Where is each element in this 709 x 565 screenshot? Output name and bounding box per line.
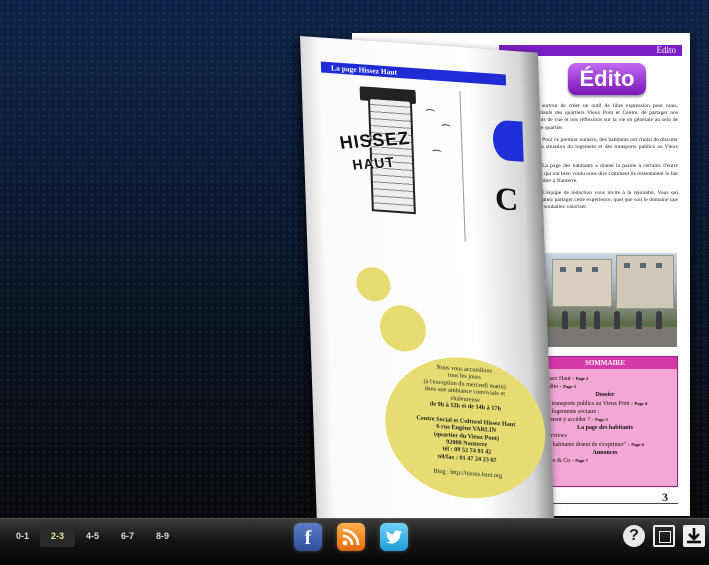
sommaire-item-label: - Les transports publics au Vieux Pont - (538, 400, 635, 407)
page-button-8-9[interactable]: 8-9 (145, 525, 180, 547)
page-number: 3 (662, 490, 668, 504)
photo-road (532, 327, 677, 347)
tower-drawing: HISSEZ HAUT (329, 82, 466, 242)
edito-text: surtout de créer un outil de libre expre… (532, 103, 678, 278)
sommaire-page-ref: Page 2 (575, 376, 589, 381)
facebook-icon[interactable]: f (294, 523, 322, 551)
fullscreen-icon[interactable] (653, 525, 675, 547)
twitter-bird-icon (386, 530, 402, 544)
photo-window (560, 267, 566, 272)
sommaire-page-ref: Page 7 (575, 458, 588, 464)
sommaire-item: - Les logements sociaux : (538, 408, 672, 416)
peek-letter: C (494, 179, 519, 218)
peek-blue-shape (492, 119, 524, 162)
photo-window (640, 263, 646, 268)
photo-person (580, 311, 586, 329)
flip-header-bar: La page Hissez Haut (320, 61, 507, 86)
sommaire-page-ref: Page 3 (563, 384, 576, 390)
photo-person (614, 311, 620, 329)
photo-person (594, 311, 600, 329)
edito-paragraph: La page des habitants a donné la parole … (532, 163, 678, 184)
sommaire-item: La page des habitants (538, 424, 672, 432)
flipping-page[interactable]: La page Hissez Haut HISSEZ HAUT C Nous v… (300, 36, 555, 537)
sommaire-item: - L'édito - Page 3 (538, 383, 672, 391)
edito-badge: Édito (568, 63, 646, 95)
neighbourhood-photo (532, 253, 677, 347)
help-button[interactable]: ? (623, 525, 645, 547)
sommaire-item: Annonces (538, 449, 672, 457)
bird-icon (431, 149, 442, 156)
page-button-6-7[interactable]: 6-7 (110, 525, 145, 547)
photo-window (656, 263, 662, 268)
contact-info: Nous vous accueillons tous les jours (à l'… (393, 361, 539, 482)
sommaire-item: - Les transports publics au Vieux Pont -… (538, 400, 672, 408)
rss-icon (342, 528, 360, 546)
download-arrow-icon (687, 528, 701, 544)
sommaire-item: - Interviews (538, 432, 672, 440)
flipbook-stage: Edito Édito surtout de créer un outil de… (0, 0, 709, 537)
sommaire-item: Comment y accéder ? - Page 5 (538, 416, 672, 424)
bird-icon (440, 123, 451, 130)
rss-icon[interactable] (337, 523, 365, 551)
yellow-circle (379, 303, 427, 354)
page-navigation: 0-1 2-3 4-5 6-7 8-9 (5, 525, 180, 549)
yellow-circle (355, 266, 392, 303)
photo-person (562, 311, 568, 329)
page-button-4-5[interactable]: 4-5 (75, 525, 110, 547)
edito-paragraph: surtout de créer un outil de libre expre… (532, 103, 678, 131)
sommaire-page-ref: Page 6 (631, 441, 644, 447)
sommaire-item: Dossier (538, 391, 672, 399)
bird-icon (425, 108, 436, 115)
sommaire-item: - Hissez Haut - Page 2 (538, 375, 672, 383)
photo-window (576, 267, 582, 272)
sommaire-page-ref: Page 4 (634, 400, 648, 406)
sommaire-item-label: Annonces (592, 449, 618, 456)
download-icon[interactable] (683, 525, 705, 547)
twitter-icon[interactable] (380, 523, 408, 551)
photo-person (636, 311, 642, 329)
sommaire-item: -"Les habitants disent de s'exprimer" - … (538, 441, 672, 449)
edito-paragraph: L'équipe de rédaction vous invite à la r… (532, 190, 678, 211)
sommaire-item: Voiture & Co - Page 7 (538, 457, 672, 465)
page-button-0-1[interactable]: 0-1 (5, 525, 40, 547)
page-button-2-3[interactable]: 2-3 (40, 525, 75, 547)
sommaire-item-label: La page des habitants (577, 425, 633, 432)
sommaire-title: SOMMAIRE (533, 357, 677, 369)
edito-paragraph: Pour ce premier numéro, des habitants on… (532, 136, 678, 157)
sommaire-item-label: Dossier (595, 392, 615, 399)
sommaire-page-ref: Page 5 (595, 417, 608, 423)
drawing-subtitle: HAUT (351, 153, 397, 173)
sommaire-box: SOMMAIRE - Hissez Haut - Page 2- L'édito… (532, 356, 678, 487)
sommaire-list: - Hissez Haut - Page 2- L'édito - Page 3… (533, 369, 677, 471)
page-rule (532, 503, 678, 504)
photo-person (656, 311, 662, 329)
bottom-toolbar: 0-1 2-3 4-5 6-7 8-9 f ? (0, 518, 709, 565)
photo-window (592, 267, 598, 272)
photo-window (624, 263, 630, 268)
next-page-peek: C (491, 89, 550, 353)
sommaire-item-label: -"Les habitants disent de s'exprimer" - (538, 441, 632, 448)
